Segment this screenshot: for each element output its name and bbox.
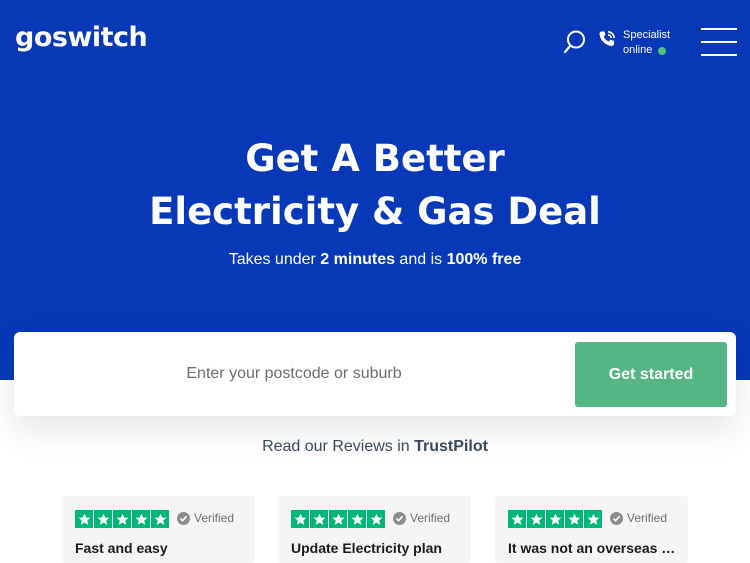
verified-badge: Verified <box>177 511 234 525</box>
review-card[interactable]: Verified It was not an overseas o... <box>495 496 688 563</box>
page-title: Get A Better Electricity & Gas Deal <box>0 132 750 238</box>
reviews-heading: Read our Reviews in TrustPilot <box>0 438 750 456</box>
star-icon <box>94 510 112 528</box>
five-star-rating <box>508 510 602 528</box>
star-icon <box>565 510 583 528</box>
star-icon <box>508 510 526 528</box>
star-icon <box>291 510 309 528</box>
verified-check-icon <box>393 511 406 525</box>
online-indicator-dot <box>658 46 667 55</box>
reviews-heading-text: Read our Reviews in <box>262 438 415 455</box>
headline-line-1: Get A Better <box>245 137 505 180</box>
postcode-input[interactable] <box>14 346 574 402</box>
verified-badge: Verified <box>393 511 450 525</box>
verified-label: Verified <box>410 511 451 525</box>
hero-section: goswitch Specialist online Get A Better … <box>0 0 750 380</box>
star-icon <box>151 510 169 528</box>
verified-badge: Verified <box>610 511 667 525</box>
verified-check-icon <box>177 511 190 525</box>
subtitle-text-1: Takes under <box>228 251 321 268</box>
phone-icon[interactable] <box>598 30 616 48</box>
search-icon[interactable] <box>563 29 587 55</box>
specialist-label: Specialist <box>623 29 671 41</box>
get-started-button[interactable]: Get started <box>575 342 727 407</box>
goswitch-logo[interactable]: goswitch <box>15 22 148 53</box>
hero-subtitle: Takes under 2 minutes and is 100% free <box>0 251 750 269</box>
star-icon <box>329 510 347 528</box>
postcode-search-card: Get started <box>14 332 736 416</box>
star-icon <box>310 510 328 528</box>
specialist-online-status[interactable]: Specialist online <box>623 28 670 58</box>
review-card[interactable]: Verified Fast and easy <box>62 496 255 563</box>
star-icon <box>546 510 564 528</box>
review-card[interactable]: Verified Update Electricity plan <box>278 496 471 563</box>
online-label: online <box>623 44 653 56</box>
star-icon <box>584 510 602 528</box>
star-icon <box>75 510 93 528</box>
verified-check-icon <box>610 511 623 525</box>
star-icon <box>367 510 385 528</box>
subtitle-bold-time: 2 minutes <box>320 251 395 268</box>
five-star-rating <box>75 510 169 528</box>
star-icon <box>527 510 545 528</box>
hamburger-menu-icon[interactable] <box>701 27 737 57</box>
star-icon <box>113 510 131 528</box>
headline-line-2: Electricity & Gas Deal <box>149 190 601 233</box>
star-icon <box>348 510 366 528</box>
five-star-rating <box>291 510 385 528</box>
review-title: Update Electricity plan <box>291 540 442 556</box>
verified-label: Verified <box>627 511 668 525</box>
star-icon <box>132 510 150 528</box>
review-title: It was not an overseas o... <box>508 540 680 556</box>
subtitle-text-2: and is <box>394 251 447 268</box>
verified-label: Verified <box>194 511 235 525</box>
review-title: Fast and easy <box>75 540 168 556</box>
trustpilot-link[interactable]: TrustPilot <box>414 438 488 455</box>
subtitle-bold-free: 100% free <box>446 251 522 268</box>
